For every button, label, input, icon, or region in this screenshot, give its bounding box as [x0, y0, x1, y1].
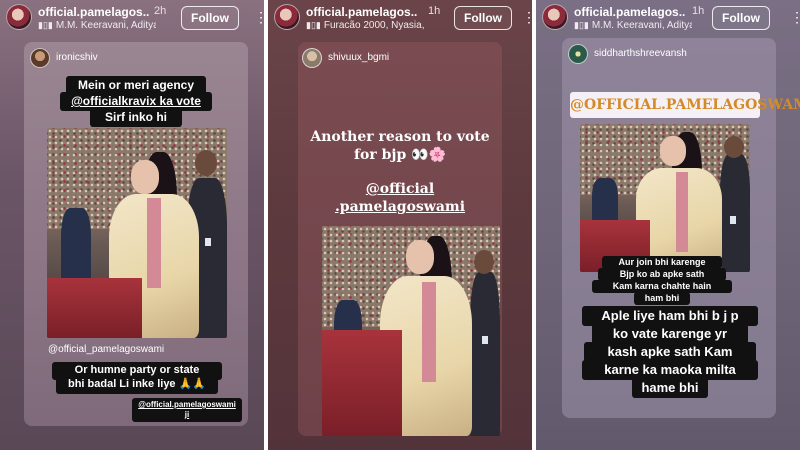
story-panel-1: official.pamelagos... 2h ▮▯▮ M.M. Keerava…	[0, 0, 264, 450]
caption-small-line: ham bhi	[634, 292, 690, 306]
reposter-avatar	[302, 48, 322, 68]
music-label[interactable]: ▮▯▮ M.M. Keeravani, Aditya...	[574, 20, 692, 31]
reposter-name: ironicshiv	[56, 52, 98, 63]
mention-sticker[interactable]: @OFFICIAL.PAMELAGOSWAMI	[570, 92, 800, 118]
follow-button[interactable]: Follow	[454, 6, 512, 30]
podium	[47, 278, 142, 338]
story-age: 1h	[428, 5, 441, 17]
story-header: official.pamelagos... 1h ▮▯▮ M.M. Keerava…	[536, 0, 800, 38]
mention-sticker[interactable]: @official .pamelagoswami	[298, 180, 502, 216]
reposter-name: shivuux_bgmi	[328, 52, 390, 63]
caption-line: Sirf inko hi	[90, 108, 182, 127]
music-text: M.M. Keeravani, Aditya...	[591, 20, 692, 31]
music-bars-icon: ▮▯▮	[574, 20, 589, 30]
reposter-avatar	[30, 48, 50, 68]
id-badge	[205, 238, 211, 246]
music-label[interactable]: ▮▯▮ M.M. Keeravani, Aditya...	[38, 20, 156, 31]
reposter-name: siddharthshreevansh	[594, 48, 687, 59]
music-bars-icon: ▮▯▮	[38, 20, 53, 30]
story-panel-2: official.pamelagos... 1h ▮▯▮ Furacão 2000…	[268, 0, 532, 450]
stole	[422, 282, 436, 382]
follow-button[interactable]: Follow	[181, 6, 239, 30]
story-photo	[322, 226, 500, 436]
stole	[676, 172, 688, 252]
id-badge	[482, 336, 488, 344]
face	[406, 240, 434, 274]
mention-line: @official	[365, 181, 435, 197]
person-figure	[470, 272, 500, 436]
profile-avatar[interactable]	[274, 4, 300, 30]
caption2-line: bhi badal Li inke liye 🙏🙏	[56, 376, 218, 394]
profile-avatar[interactable]	[6, 4, 32, 30]
story-header: official.pamelagos... 1h ▮▯▮ Furacão 2000…	[268, 0, 532, 38]
caption-big-line: hame bhi	[632, 378, 708, 399]
person-head	[724, 136, 744, 158]
id-badge	[730, 216, 736, 224]
person-figure	[720, 154, 750, 272]
caption-line: Another reason to vote	[310, 129, 490, 145]
story-age: 1h	[692, 5, 705, 17]
more-vertical-icon[interactable]: ⋮	[522, 8, 532, 26]
person-head	[195, 150, 217, 176]
profile-avatar[interactable]	[542, 4, 568, 30]
follow-button[interactable]: Follow	[712, 6, 770, 30]
music-bars-icon: ▮▯▮	[306, 20, 321, 30]
mention-tag-text: @official.pamelagoswami ji	[138, 400, 236, 419]
stole	[147, 198, 161, 288]
username[interactable]: official.pamelagos...	[38, 5, 150, 19]
story-age: 2h	[154, 5, 167, 17]
podium	[322, 330, 402, 436]
story-photo	[47, 128, 227, 338]
reposted-story-card[interactable]: ironicshiv Mein or meri agency @official…	[24, 42, 248, 426]
story-panel-3: official.pamelagos... 1h ▮▯▮ M.M. Keerava…	[536, 0, 800, 450]
face	[660, 136, 686, 166]
caption-mention[interactable]: @officialkravix ka vote	[71, 94, 201, 108]
reposter-avatar	[568, 44, 588, 64]
music-text: Furacão 2000, Nyasia,...	[323, 20, 424, 31]
caption: Another reason to vote for bjp 👀🌸	[298, 128, 502, 164]
music-text: M.M. Keeravani, Aditya...	[55, 20, 156, 31]
face	[131, 160, 159, 194]
username[interactable]: official.pamelagos...	[306, 5, 418, 19]
mention-tag[interactable]: @official.pamelagoswami ji	[132, 398, 242, 422]
photo-tag[interactable]: @official_pamelagoswami	[48, 344, 164, 355]
story-header: official.pamelagos... 2h ▮▯▮ M.M. Keerava…	[0, 0, 264, 38]
more-vertical-icon[interactable]: ⋮	[254, 8, 264, 26]
username[interactable]: official.pamelagos...	[574, 5, 686, 19]
caption-line: for bjp 👀🌸	[354, 147, 446, 164]
music-label[interactable]: ▮▯▮ Furacão 2000, Nyasia,...	[306, 20, 424, 31]
mention-line: .pamelagoswami	[334, 199, 466, 216]
story-photo	[580, 124, 750, 272]
more-vertical-icon[interactable]: ⋮	[790, 8, 800, 26]
person-head	[474, 250, 494, 274]
